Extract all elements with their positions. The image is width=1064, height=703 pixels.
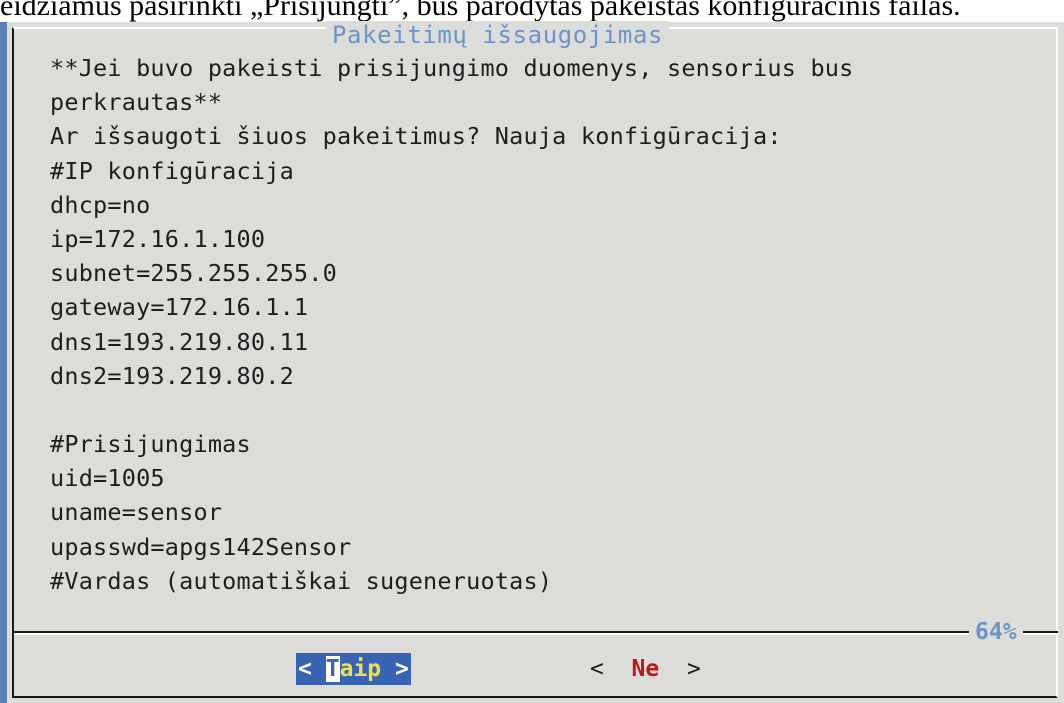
no-button[interactable]: < Ne >	[590, 653, 701, 685]
dialog-message[interactable]: **Jei buvo pakeisti prisijungimo duomeny…	[50, 51, 1060, 598]
message-line	[50, 393, 1060, 427]
yes-close-bracket: >	[381, 656, 409, 682]
message-line: uid=1005	[50, 464, 165, 493]
dialog-title: Pakeitimų išsaugojimas	[326, 21, 670, 49]
yes-open-bracket: <	[298, 656, 326, 682]
message-line: upasswd=apgs142Sensor	[50, 532, 352, 561]
no-close-bracket: >	[659, 656, 701, 682]
no-label-rest: e	[645, 656, 660, 682]
message-line: dns2=193.219.80.2	[50, 361, 294, 390]
message-line: **Jei buvo pakeisti prisijungimo duomeny…	[50, 54, 854, 82]
message-line: dns1=193.219.80.11	[50, 327, 309, 356]
yes-button[interactable]: < Taip >	[296, 653, 411, 685]
button-separator	[14, 631, 1058, 635]
message-line: perkrautas**	[50, 88, 223, 117]
message-line: uname=sensor	[50, 498, 223, 527]
yes-label-rest: aip	[339, 656, 382, 682]
message-line: #Vardas (automatiškai sugeneruotas)	[50, 566, 553, 595]
message-line: subnet=255.255.255.0	[50, 259, 337, 288]
message-line: Ar išsaugoti šiuos pakeitimus? Nauja kon…	[50, 122, 782, 151]
no-hotkey: N	[631, 656, 646, 682]
save-changes-dialog: Pakeitimų išsaugojimas **Jei buvo pakeis…	[7, 21, 1064, 703]
message-line: #Prisijungimas	[50, 430, 251, 459]
window-left-edge	[0, 22, 7, 703]
yes-hotkey: T	[325, 656, 340, 682]
message-line: dhcp=no	[50, 190, 151, 219]
message-line: #IP konfigūracija	[50, 156, 294, 185]
scroll-percent-indicator: 64%	[969, 619, 1023, 645]
dialog-frame: Pakeitimų išsaugojimas **Jei buvo pakeis…	[12, 21, 1060, 698]
message-line: ip=172.16.1.100	[50, 224, 266, 253]
no-open-bracket: <	[590, 656, 632, 682]
message-line: gateway=172.16.1.1	[50, 293, 309, 322]
